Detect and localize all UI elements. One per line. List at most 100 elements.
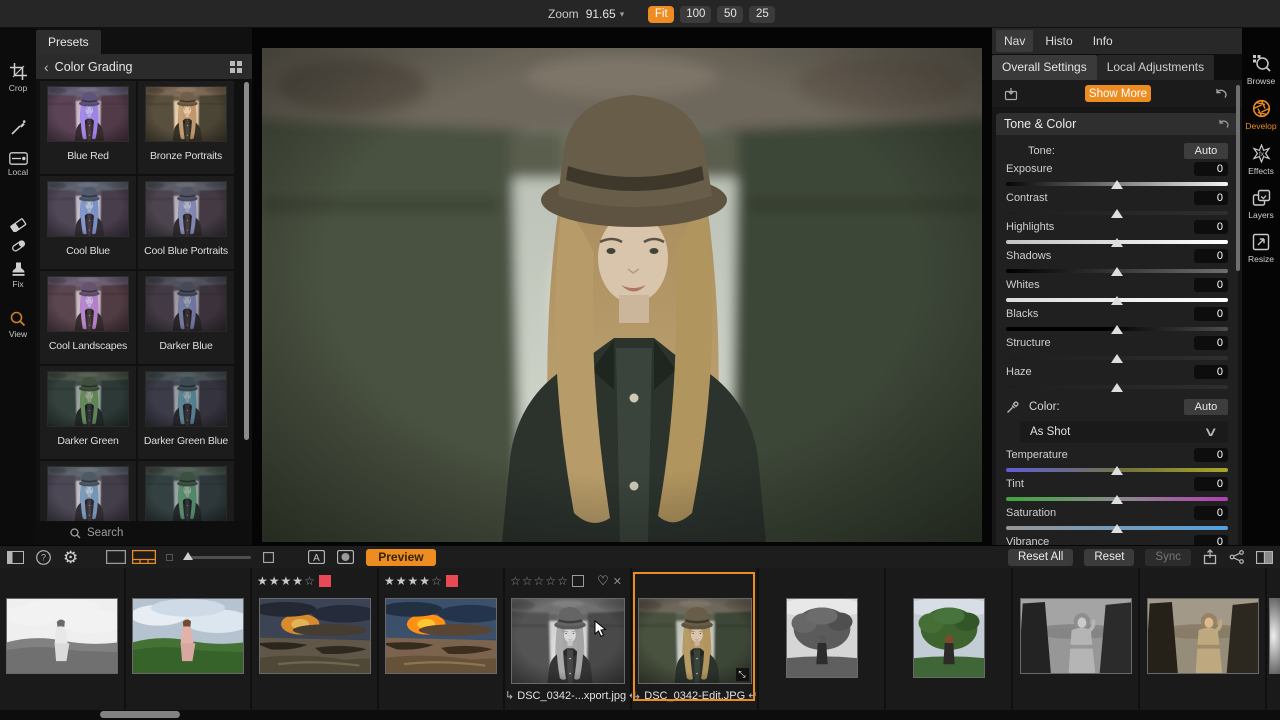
module-resize[interactable]: Resize — [1242, 233, 1280, 264]
slider-temperature[interactable]: Temperature0 — [1006, 447, 1228, 476]
slider-value[interactable]: 0 — [1194, 220, 1228, 234]
slider-haze[interactable]: Haze0 — [1006, 364, 1228, 393]
filmstrip-view-icon[interactable] — [132, 550, 156, 564]
star-icon[interactable]: ★ — [281, 574, 292, 588]
star-icon[interactable]: ☆ — [545, 574, 556, 588]
zoom-100-button[interactable]: 100 — [680, 6, 711, 23]
photo-thumbnail[interactable] — [385, 598, 497, 674]
compare-view-icon[interactable] — [1256, 551, 1273, 564]
help-icon[interactable]: ? — [36, 550, 51, 565]
zoom-fit-button[interactable]: Fit — [648, 6, 674, 23]
slider-thumb[interactable] — [1111, 354, 1123, 363]
slider-structure[interactable]: Structure0 — [1006, 335, 1228, 364]
tab-local-adjustments[interactable]: Local Adjustments — [1097, 55, 1214, 80]
filmstrip-item[interactable] — [126, 568, 250, 710]
tool-crop[interactable]: Crop — [0, 62, 36, 93]
filmstrip-item[interactable] — [1140, 568, 1265, 710]
star-icon[interactable]: ☆ — [534, 574, 545, 588]
filmstrip-item[interactable]: ☆☆☆☆☆♡✕↳ DSC_0342-...xport.jpg ↵ — [505, 568, 630, 710]
photo-thumbnail[interactable] — [1020, 598, 1132, 674]
preset-scrollbar[interactable] — [244, 82, 249, 440]
photo-thumbnail[interactable] — [1147, 598, 1259, 674]
preset-tile-cool-blue-portraits[interactable]: Cool Blue Portraits — [138, 176, 234, 269]
star-icon[interactable]: ☆ — [557, 574, 568, 588]
star-icon[interactable]: ★ — [269, 574, 280, 588]
slider-value[interactable]: 0 — [1194, 249, 1228, 263]
star-icon[interactable]: ★ — [419, 574, 430, 588]
slider-exposure[interactable]: Exposure0 — [1006, 161, 1228, 190]
slider-value[interactable]: 0 — [1194, 278, 1228, 292]
preset-tile-cool-blue[interactable]: Cool Blue — [40, 176, 136, 269]
photo-thumbnail[interactable] — [786, 598, 858, 678]
zoom-value-dropdown[interactable]: 91.65 ▾ — [586, 7, 625, 21]
module-effects[interactable]: fxEffects — [1242, 144, 1280, 176]
text-overlay-icon[interactable]: A — [308, 550, 325, 564]
tool-retouch[interactable] — [0, 238, 36, 253]
color-label-empty[interactable] — [572, 575, 584, 587]
color-label-red[interactable] — [446, 575, 458, 587]
tool-brush[interactable] — [0, 119, 36, 136]
star-icon[interactable]: ★ — [396, 574, 407, 588]
slider-thumb[interactable] — [1111, 209, 1123, 218]
tab-nav[interactable]: Nav — [996, 30, 1033, 52]
slider-thumb[interactable] — [1111, 495, 1123, 504]
single-view-icon[interactable] — [106, 550, 126, 564]
slider-track[interactable] — [1006, 385, 1228, 389]
module-layers[interactable]: Layers — [1242, 189, 1280, 220]
slider-value[interactable]: 0 — [1194, 162, 1228, 176]
preset-tile-cool-landscapes[interactable]: Cool Landscapes — [40, 271, 136, 364]
tab-histo[interactable]: Histo — [1037, 30, 1080, 52]
reject-icon[interactable]: ✕ — [613, 575, 622, 588]
slider-thumb[interactable] — [1111, 466, 1123, 475]
filmstrip-item[interactable]: ⤡↳ DSC_0342-Edit.JPG ↵ — [632, 568, 757, 710]
sync-button[interactable]: Sync — [1145, 549, 1191, 566]
slider-thumb[interactable] — [1111, 296, 1123, 305]
slider-value[interactable]: 0 — [1194, 307, 1228, 321]
tone-color-header[interactable]: Tone & Color — [996, 113, 1238, 135]
white-balance-dropdown[interactable]: As Shot ∨ — [1020, 421, 1228, 443]
slider-value[interactable]: 0 — [1194, 191, 1228, 205]
gear-icon[interactable]: ⚙ — [63, 549, 78, 566]
slider-track[interactable] — [1006, 182, 1228, 186]
photo-thumbnail[interactable] — [6, 598, 118, 674]
slider-track[interactable] — [1006, 468, 1228, 472]
slider-track[interactable] — [1006, 497, 1228, 501]
grid-view-icon[interactable] — [230, 61, 242, 73]
filmstrip-item[interactable] — [1267, 568, 1280, 710]
star-icon[interactable]: ☆ — [522, 574, 533, 588]
tool-eraser[interactable] — [0, 217, 36, 232]
star-icon[interactable]: ★ — [408, 574, 419, 588]
color-label-red[interactable] — [319, 575, 331, 587]
slider-track[interactable] — [1006, 327, 1228, 331]
filmstrip-item[interactable]: ★★★★☆ — [379, 568, 503, 710]
tool-view[interactable]: View — [0, 311, 36, 339]
tone-auto-button[interactable]: Auto — [1184, 143, 1228, 159]
slider-value[interactable]: 0 — [1194, 477, 1228, 491]
tab-info[interactable]: Info — [1085, 30, 1121, 52]
slider-thumb[interactable] — [183, 552, 193, 560]
filmstrip-item[interactable] — [0, 568, 124, 710]
share-icon[interactable] — [1229, 550, 1245, 564]
color-auto-button[interactable]: Auto — [1184, 399, 1228, 415]
preset-tile-darker-green-blue[interactable]: Darker Green Blue — [138, 366, 234, 459]
slider-value[interactable]: 0 — [1194, 336, 1228, 350]
preset-search-input[interactable]: Search — [36, 521, 252, 545]
star-icon[interactable]: ★ — [257, 574, 268, 588]
slider-value[interactable]: 0 — [1194, 448, 1228, 462]
star-icon[interactable]: ☆ — [304, 574, 315, 588]
export-icon[interactable] — [1202, 549, 1218, 565]
tab-overall-settings[interactable]: Overall Settings — [992, 55, 1097, 80]
slider-tint[interactable]: Tint0 — [1006, 476, 1228, 505]
slider-value[interactable]: 0 — [1194, 365, 1228, 379]
slider-thumb[interactable] — [1111, 238, 1123, 247]
star-icon[interactable]: ☆ — [510, 574, 521, 588]
preset-tile-bronze-portraits[interactable]: Bronze Portraits — [138, 81, 234, 174]
star-icon[interactable]: ☆ — [431, 574, 442, 588]
slider-contrast[interactable]: Contrast0 — [1006, 190, 1228, 219]
module-develop[interactable]: Develop — [1242, 99, 1280, 131]
slider-thumb[interactable] — [1111, 180, 1123, 189]
scrollbar-thumb[interactable] — [100, 711, 180, 718]
preset-tile-darker-green[interactable]: Darker Green — [40, 366, 136, 459]
filmstrip-scrollbar[interactable] — [0, 710, 1280, 720]
reset-button[interactable]: Reset — [1084, 549, 1134, 566]
